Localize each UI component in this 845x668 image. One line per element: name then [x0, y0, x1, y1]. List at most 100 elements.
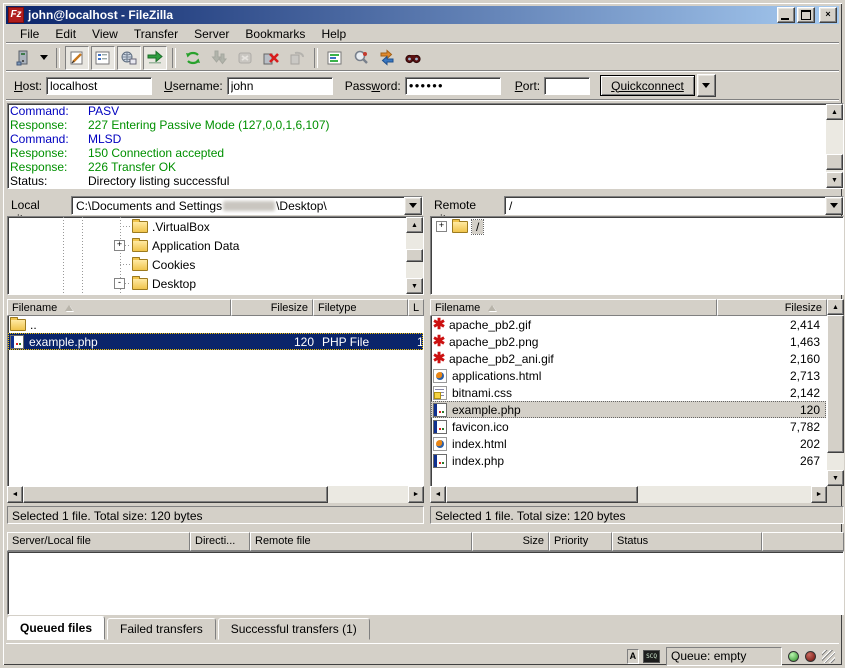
file-row[interactable]: index.php267: [431, 452, 826, 469]
scrollbar-thumb[interactable]: [446, 486, 638, 503]
scroll-up-icon[interactable]: ▲: [827, 299, 844, 315]
column-header-filesize[interactable]: Filesize: [231, 299, 313, 316]
tree-item-application-data[interactable]: + Application Data: [8, 236, 423, 255]
menu-view[interactable]: View: [84, 25, 126, 43]
scroll-down-icon[interactable]: ▼: [826, 172, 843, 188]
scroll-up-icon[interactable]: ▲: [406, 217, 423, 233]
sync-browsing-icon[interactable]: [375, 46, 399, 70]
menu-transfer[interactable]: Transfer: [126, 25, 186, 43]
find-icon[interactable]: [401, 46, 425, 70]
quickconnect-button[interactable]: Quickconnect: [600, 75, 695, 96]
message-log[interactable]: Command:PASV Response:227 Entering Passi…: [7, 103, 844, 189]
scroll-right-icon[interactable]: ►: [408, 486, 424, 503]
file-row[interactable]: ✱apache_pb2.gif2,414: [431, 316, 826, 333]
file-row[interactable]: favicon.ico7,782: [431, 418, 826, 435]
tab-successful-transfers[interactable]: Successful transfers (1): [218, 618, 370, 640]
minimize-button[interactable]: [777, 7, 795, 23]
column-header-filename[interactable]: Filename: [7, 299, 231, 316]
menu-help[interactable]: Help: [313, 25, 354, 43]
app-icon[interactable]: Fz: [8, 7, 24, 23]
file-row[interactable]: ✱apache_pb2.png1,463: [431, 333, 826, 350]
filter-icon[interactable]: [323, 46, 347, 70]
column-header-filename[interactable]: Filename: [430, 299, 717, 316]
tree-item-cookies[interactable]: Cookies: [8, 255, 423, 274]
column-header-lastmodified[interactable]: L: [408, 299, 424, 316]
port-input[interactable]: [544, 77, 590, 95]
file-row[interactable]: applications.html2,713: [431, 367, 826, 384]
scroll-left-icon[interactable]: ◄: [7, 486, 23, 503]
password-input[interactable]: [405, 77, 501, 95]
tree-item-root[interactable]: + /: [431, 217, 843, 236]
scroll-left-icon[interactable]: ◄: [430, 486, 446, 503]
file-row[interactable]: ✱apache_pb2_ani.gif2,160: [431, 350, 826, 367]
site-manager-dropdown[interactable]: [37, 46, 51, 70]
scrollbar-thumb[interactable]: [827, 315, 844, 453]
scrollbar-thumb[interactable]: [23, 486, 328, 503]
collapse-minus-icon[interactable]: -: [114, 278, 125, 289]
title-bar[interactable]: Fz john@localhost - FileZilla ×: [6, 6, 839, 24]
remote-site-dropdown[interactable]: [825, 197, 843, 215]
disconnect-icon[interactable]: [259, 46, 283, 70]
log-scrollbar[interactable]: ▲ ▼: [826, 104, 843, 188]
host-input[interactable]: [46, 77, 152, 95]
expand-plus-icon[interactable]: +: [436, 221, 447, 232]
tab-failed-transfers[interactable]: Failed transfers: [107, 618, 216, 640]
cancel-operation-icon[interactable]: [233, 46, 257, 70]
local-tree-scrollbar[interactable]: ▲ ▼: [406, 217, 423, 294]
menu-edit[interactable]: Edit: [47, 25, 84, 43]
column-header-direction[interactable]: Directi...: [190, 532, 250, 551]
scrollbar-thumb[interactable]: [826, 154, 843, 170]
scroll-down-icon[interactable]: ▼: [827, 470, 844, 486]
column-header-filetype[interactable]: Filetype: [313, 299, 408, 316]
menu-server[interactable]: Server: [186, 25, 237, 43]
remote-site-combo[interactable]: /: [504, 196, 844, 215]
maximize-button[interactable]: [797, 7, 815, 23]
column-header-remote-file[interactable]: Remote file: [250, 532, 472, 551]
file-row-example-php[interactable]: example.php 120 PHP File 1: [8, 333, 423, 350]
file-row-parent-dir[interactable]: ..: [8, 316, 423, 333]
username-input[interactable]: [227, 77, 333, 95]
local-site-dropdown[interactable]: [404, 197, 422, 215]
file-row[interactable]: index.html202: [431, 435, 826, 452]
scroll-right-icon[interactable]: ►: [811, 486, 827, 503]
local-site-combo[interactable]: C:\Documents and Settings\Desktop\: [71, 196, 423, 215]
file-row-example-php[interactable]: example.php120: [431, 401, 826, 418]
remote-tree[interactable]: + /: [430, 216, 844, 295]
scroll-down-icon[interactable]: ▼: [406, 278, 423, 294]
tab-queued-files[interactable]: Queued files: [7, 616, 105, 640]
tree-item-virtualbox[interactable]: .VirtualBox: [8, 217, 423, 236]
site-manager-icon[interactable]: [11, 46, 35, 70]
process-queue-icon[interactable]: [207, 46, 231, 70]
file-row[interactable]: bitnami.css2,142: [431, 384, 826, 401]
remote-file-list[interactable]: ✱apache_pb2.gif2,414 ✱apache_pb2.png1,46…: [430, 316, 827, 486]
remote-hscrollbar[interactable]: ◄ ►: [430, 486, 827, 503]
compare-icon[interactable]: [349, 46, 373, 70]
local-hscrollbar[interactable]: ◄ ►: [7, 486, 424, 503]
close-button[interactable]: ×: [819, 7, 837, 23]
tree-item-desktop[interactable]: - Desktop: [8, 274, 423, 293]
column-header-server-local-file[interactable]: Server/Local file: [7, 532, 190, 551]
local-file-list[interactable]: .. example.php 120 PHP File 1: [7, 316, 424, 486]
scrollbar-thumb[interactable]: [406, 249, 423, 262]
transfer-queue-list[interactable]: [7, 551, 844, 615]
local-tree[interactable]: .VirtualBox + Application Data Cookies -…: [7, 216, 424, 295]
column-header-status[interactable]: Status: [612, 532, 762, 551]
column-header-filesize[interactable]: Filesize: [717, 299, 827, 316]
refresh-icon[interactable]: [181, 46, 205, 70]
remote-vscrollbar[interactable]: ▲ ▼: [827, 299, 844, 486]
column-header-priority[interactable]: Priority: [549, 532, 612, 551]
menu-bookmarks[interactable]: Bookmarks: [237, 25, 313, 43]
toggle-log-icon[interactable]: [65, 46, 89, 70]
datatype-ascii-icon[interactable]: A: [627, 649, 640, 664]
quickconnect-dropdown[interactable]: [697, 74, 716, 97]
scroll-up-icon[interactable]: ▲: [826, 104, 843, 120]
toggle-queue-icon[interactable]: [143, 46, 167, 70]
column-header-size[interactable]: Size: [472, 532, 549, 551]
reconnect-icon[interactable]: [285, 46, 309, 70]
expand-plus-icon[interactable]: +: [114, 240, 125, 251]
speed-limits-icon[interactable]: SCQ: [643, 650, 660, 663]
resize-grip[interactable]: [822, 650, 835, 663]
toggle-local-tree-icon[interactable]: [91, 46, 115, 70]
toggle-remote-tree-icon[interactable]: [117, 46, 141, 70]
menu-file[interactable]: File: [12, 25, 47, 43]
